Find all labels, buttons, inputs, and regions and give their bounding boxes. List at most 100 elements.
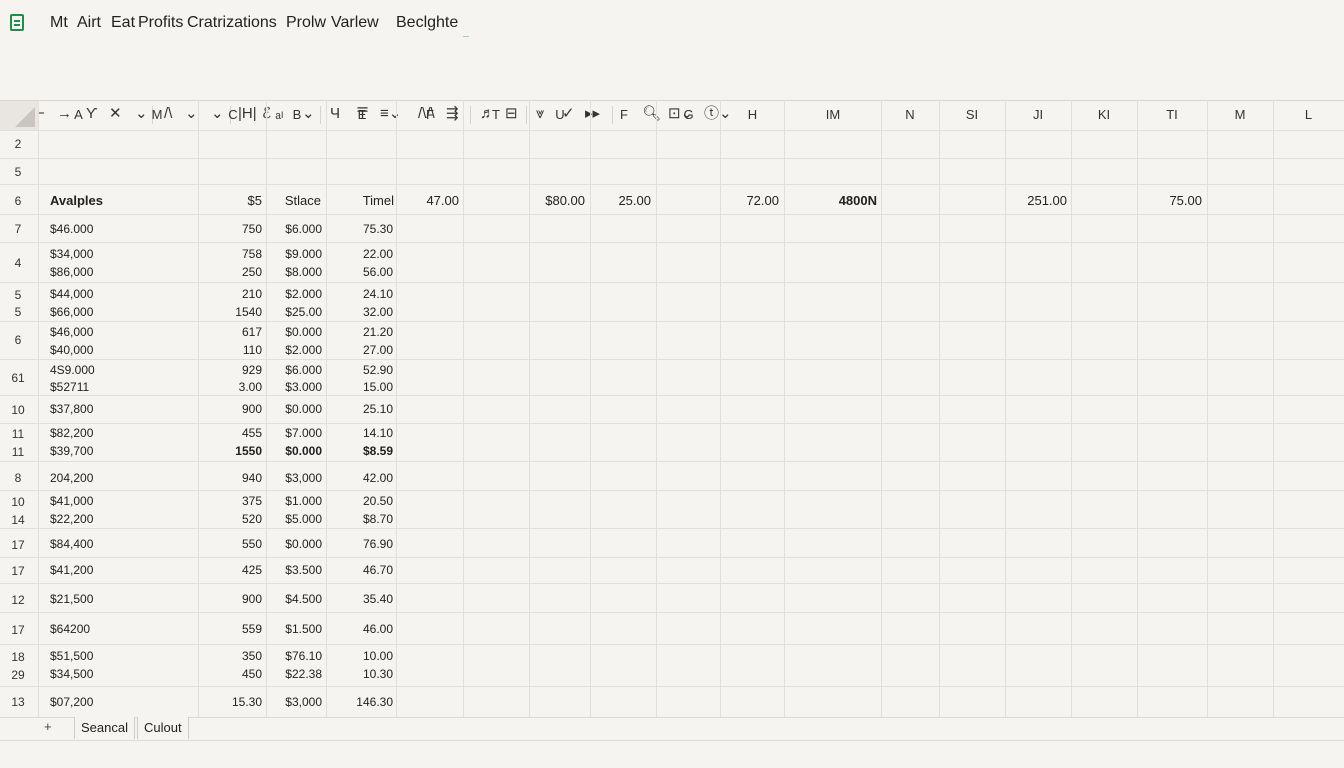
table-cell[interactable]: $37,800	[50, 402, 93, 416]
column-header[interactable]: B	[267, 100, 327, 130]
row-header[interactable]: 14	[0, 513, 36, 527]
column-header[interactable]: F	[591, 100, 657, 130]
row-header[interactable]: 11	[0, 427, 36, 441]
row-header[interactable]: 17	[0, 538, 36, 552]
table-cell[interactable]: $22,200	[50, 512, 93, 526]
column-header[interactable]: M	[1207, 100, 1273, 130]
table-cell[interactable]: 46.00	[328, 622, 393, 636]
menu-item-eat[interactable]: Eat	[111, 14, 135, 32]
table-cell[interactable]: 450	[200, 667, 262, 681]
column-header[interactable]: U	[529, 100, 591, 130]
table-cell[interactable]: 210	[200, 287, 262, 301]
menu-item-cratrizations[interactable]: Cratrizations	[187, 14, 277, 32]
table-cell[interactable]: $8.70	[328, 512, 393, 526]
row-header[interactable]: 5	[0, 305, 36, 319]
column-header[interactable]: G	[657, 100, 720, 130]
add-sheet-icon[interactable]: +	[44, 719, 52, 734]
table-cell[interactable]: 750	[200, 222, 262, 236]
row-header[interactable]: 5	[0, 288, 36, 302]
table-cell[interactable]: $9.000	[268, 247, 322, 261]
table-cell[interactable]: $0.000	[268, 325, 322, 339]
undo-icon[interactable]: ←	[12, 103, 27, 125]
row-header[interactable]: 7	[0, 222, 36, 236]
sheet-tab-seancal[interactable]: Seancal	[74, 717, 135, 739]
table-cell[interactable]: $84,400	[50, 537, 93, 551]
column-header[interactable]: H	[720, 100, 785, 130]
row-header[interactable]: 10	[0, 495, 36, 509]
column-header[interactable]: F	[397, 100, 463, 130]
table-cell[interactable]: 617	[200, 325, 262, 339]
row-header[interactable]: 13	[0, 695, 36, 709]
table-cell[interactable]: $1.500	[268, 622, 322, 636]
table-cell[interactable]: $52711	[50, 380, 89, 394]
header-cell[interactable]: 251.00	[1007, 193, 1067, 208]
table-cell[interactable]: 900	[200, 402, 262, 416]
column-header[interactable]: L	[1273, 100, 1344, 130]
table-cell[interactable]: 520	[200, 512, 262, 526]
table-cell[interactable]: $8.59	[328, 444, 393, 458]
menu-item-mt[interactable]: Mt	[50, 14, 68, 32]
row-header[interactable]: 2	[0, 137, 36, 151]
table-cell[interactable]: 375	[200, 494, 262, 508]
header-cell[interactable]: 72.00	[722, 193, 779, 208]
row-header[interactable]: 61	[0, 371, 36, 385]
table-cell[interactable]: 4S9.000	[50, 363, 95, 377]
table-cell[interactable]: $40,000	[50, 343, 93, 357]
table-cell[interactable]: 204,200	[50, 471, 93, 485]
column-header[interactable]: M	[119, 100, 195, 130]
column-header[interactable]: E	[327, 100, 397, 130]
column-header[interactable]: T	[463, 100, 529, 130]
table-cell[interactable]: 900	[200, 592, 262, 606]
menu-item-prolw[interactable]: Prolw	[286, 14, 326, 32]
table-cell[interactable]: 56.00	[328, 265, 393, 279]
row-header[interactable]: 29	[0, 668, 36, 682]
table-cell[interactable]: $8.000	[268, 265, 322, 279]
table-cell[interactable]: $5.000	[268, 512, 322, 526]
table-cell[interactable]: $82,200	[50, 426, 93, 440]
header-cell[interactable]: Avalples	[50, 193, 103, 208]
table-cell[interactable]: $34,000	[50, 247, 93, 261]
table-cell[interactable]: $64200	[50, 622, 90, 636]
table-cell[interactable]: 250	[200, 265, 262, 279]
table-cell[interactable]: 929	[200, 363, 262, 377]
table-cell[interactable]: 52.90	[328, 363, 393, 377]
column-header[interactable]: C	[199, 100, 267, 130]
table-cell[interactable]: $1.000	[268, 494, 322, 508]
table-cell[interactable]: 425	[200, 563, 262, 577]
table-cell[interactable]: $4.500	[268, 592, 322, 606]
table-cell[interactable]: $3,000	[268, 471, 322, 485]
header-cell[interactable]: $80.00	[531, 193, 585, 208]
table-cell[interactable]: 15.30	[200, 695, 262, 709]
column-header[interactable]: JI	[1005, 100, 1071, 130]
table-cell[interactable]: 559	[200, 622, 262, 636]
table-cell[interactable]: 21.20	[328, 325, 393, 339]
table-cell[interactable]: $6.000	[268, 363, 322, 377]
table-cell[interactable]: 42.00	[328, 471, 393, 485]
table-cell[interactable]: 10.00	[328, 649, 393, 663]
menu-item-airt[interactable]: Airt	[77, 14, 101, 32]
header-cell[interactable]: 47.00	[398, 193, 459, 208]
row-header[interactable]: 6	[0, 194, 36, 208]
table-cell[interactable]: 455	[200, 426, 262, 440]
table-cell[interactable]: $3.000	[268, 380, 322, 394]
row-header[interactable]: 5	[0, 165, 36, 179]
table-cell[interactable]: 25.10	[328, 402, 393, 416]
table-cell[interactable]: 35.40	[328, 592, 393, 606]
header-cell[interactable]: 75.00	[1139, 193, 1202, 208]
table-cell[interactable]: 76.90	[328, 537, 393, 551]
sheet-tab-culout[interactable]: Culout	[137, 717, 189, 739]
table-cell[interactable]: 32.00	[328, 305, 393, 319]
table-cell[interactable]: $2.000	[268, 287, 322, 301]
menu-item-beclghte[interactable]: Beclghte	[396, 14, 458, 32]
table-cell[interactable]: $0.000	[268, 537, 322, 551]
row-header[interactable]: 17	[0, 564, 36, 578]
header-cell[interactable]: Stlace	[268, 193, 321, 208]
table-cell[interactable]: 22.00	[328, 247, 393, 261]
table-cell[interactable]: $41,000	[50, 494, 93, 508]
table-cell[interactable]: 15.00	[328, 380, 393, 394]
column-header[interactable]: IM	[785, 100, 881, 130]
table-cell[interactable]: 1550	[200, 444, 262, 458]
header-cell[interactable]: 4800N	[786, 193, 877, 208]
table-cell[interactable]: $41,200	[50, 563, 93, 577]
table-cell[interactable]: 10.30	[328, 667, 393, 681]
